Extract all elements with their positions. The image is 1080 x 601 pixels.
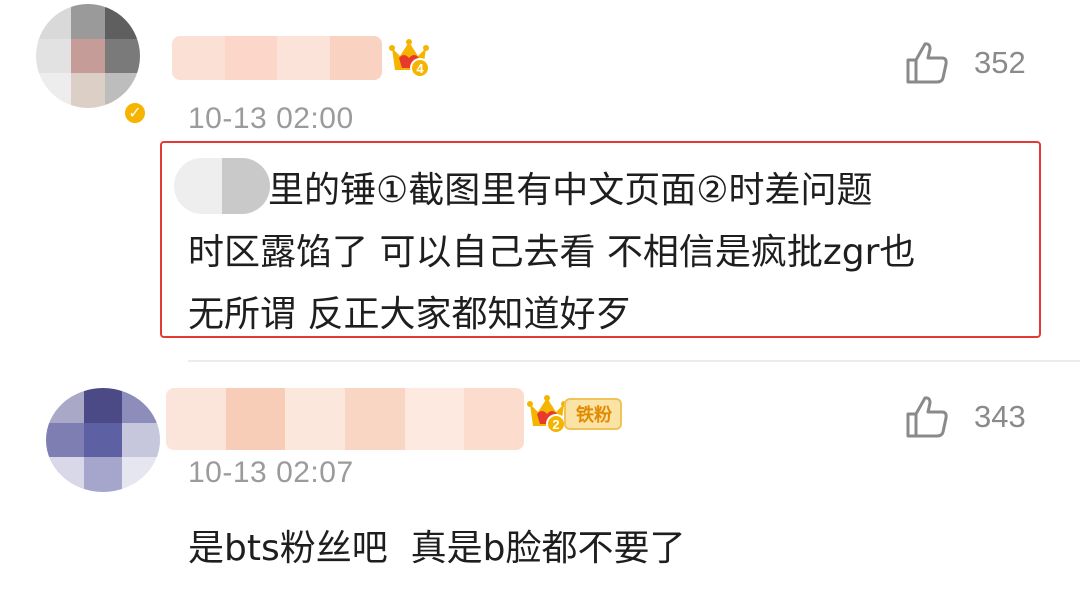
like-count: 352 bbox=[974, 45, 1026, 80]
comment-body: 里的锤①截图里有中文页面②时差问题 时区露馅了 可以自己去看 不相信是疯批zgr… bbox=[174, 158, 1028, 346]
username-redacted[interactable] bbox=[166, 388, 524, 450]
fan-tag-badge: 铁粉 bbox=[564, 398, 622, 430]
comment-line: 无所谓 反正大家都知道好歹 bbox=[188, 294, 632, 335]
comment-timestamp: 10-13 02:00 bbox=[188, 102, 354, 135]
thumbs-up-icon bbox=[906, 42, 948, 84]
comment-item[interactable]: 2 铁粉 343 10-13 02:07 是bts粉丝吧 真是b脸都不要了 bbox=[0, 362, 1080, 601]
redacted-mention bbox=[174, 158, 270, 214]
comment-line: 里的锤①截图里有中文页面②时差问题 bbox=[174, 158, 1028, 222]
comment-timestamp: 10-13 02:07 bbox=[188, 456, 354, 489]
like-count: 343 bbox=[974, 399, 1026, 434]
comment-line: 是bts粉丝吧 真是b脸都不要了 bbox=[188, 528, 686, 569]
user-avatar[interactable] bbox=[46, 388, 160, 492]
crown-level-number: 2 bbox=[552, 417, 559, 432]
like-button[interactable]: 352 bbox=[904, 40, 1026, 86]
crown-level-icon: 4 bbox=[389, 39, 430, 78]
comment-line: 时区露馅了 可以自己去看 不相信是疯批zgr也 bbox=[188, 232, 916, 273]
like-button[interactable]: 343 bbox=[904, 394, 1026, 440]
thumbs-up-icon bbox=[906, 396, 948, 438]
user-avatar[interactable] bbox=[36, 4, 140, 108]
comment-item[interactable]: ✓ 4 352 10-13 02:00 里的锤①截图里有中文页面②时差问题 时区… bbox=[0, 0, 1080, 362]
crown-level-number: 4 bbox=[416, 61, 424, 76]
crown-level-icon: 2 bbox=[527, 395, 567, 434]
member-level-badge: 2 铁粉 bbox=[526, 392, 622, 436]
member-level-badge: 4 bbox=[388, 36, 430, 80]
comment-body: 是bts粉丝吧 真是b脸都不要了 bbox=[188, 518, 685, 580]
username-redacted[interactable] bbox=[172, 36, 382, 80]
verified-badge-icon: ✓ bbox=[122, 100, 148, 126]
